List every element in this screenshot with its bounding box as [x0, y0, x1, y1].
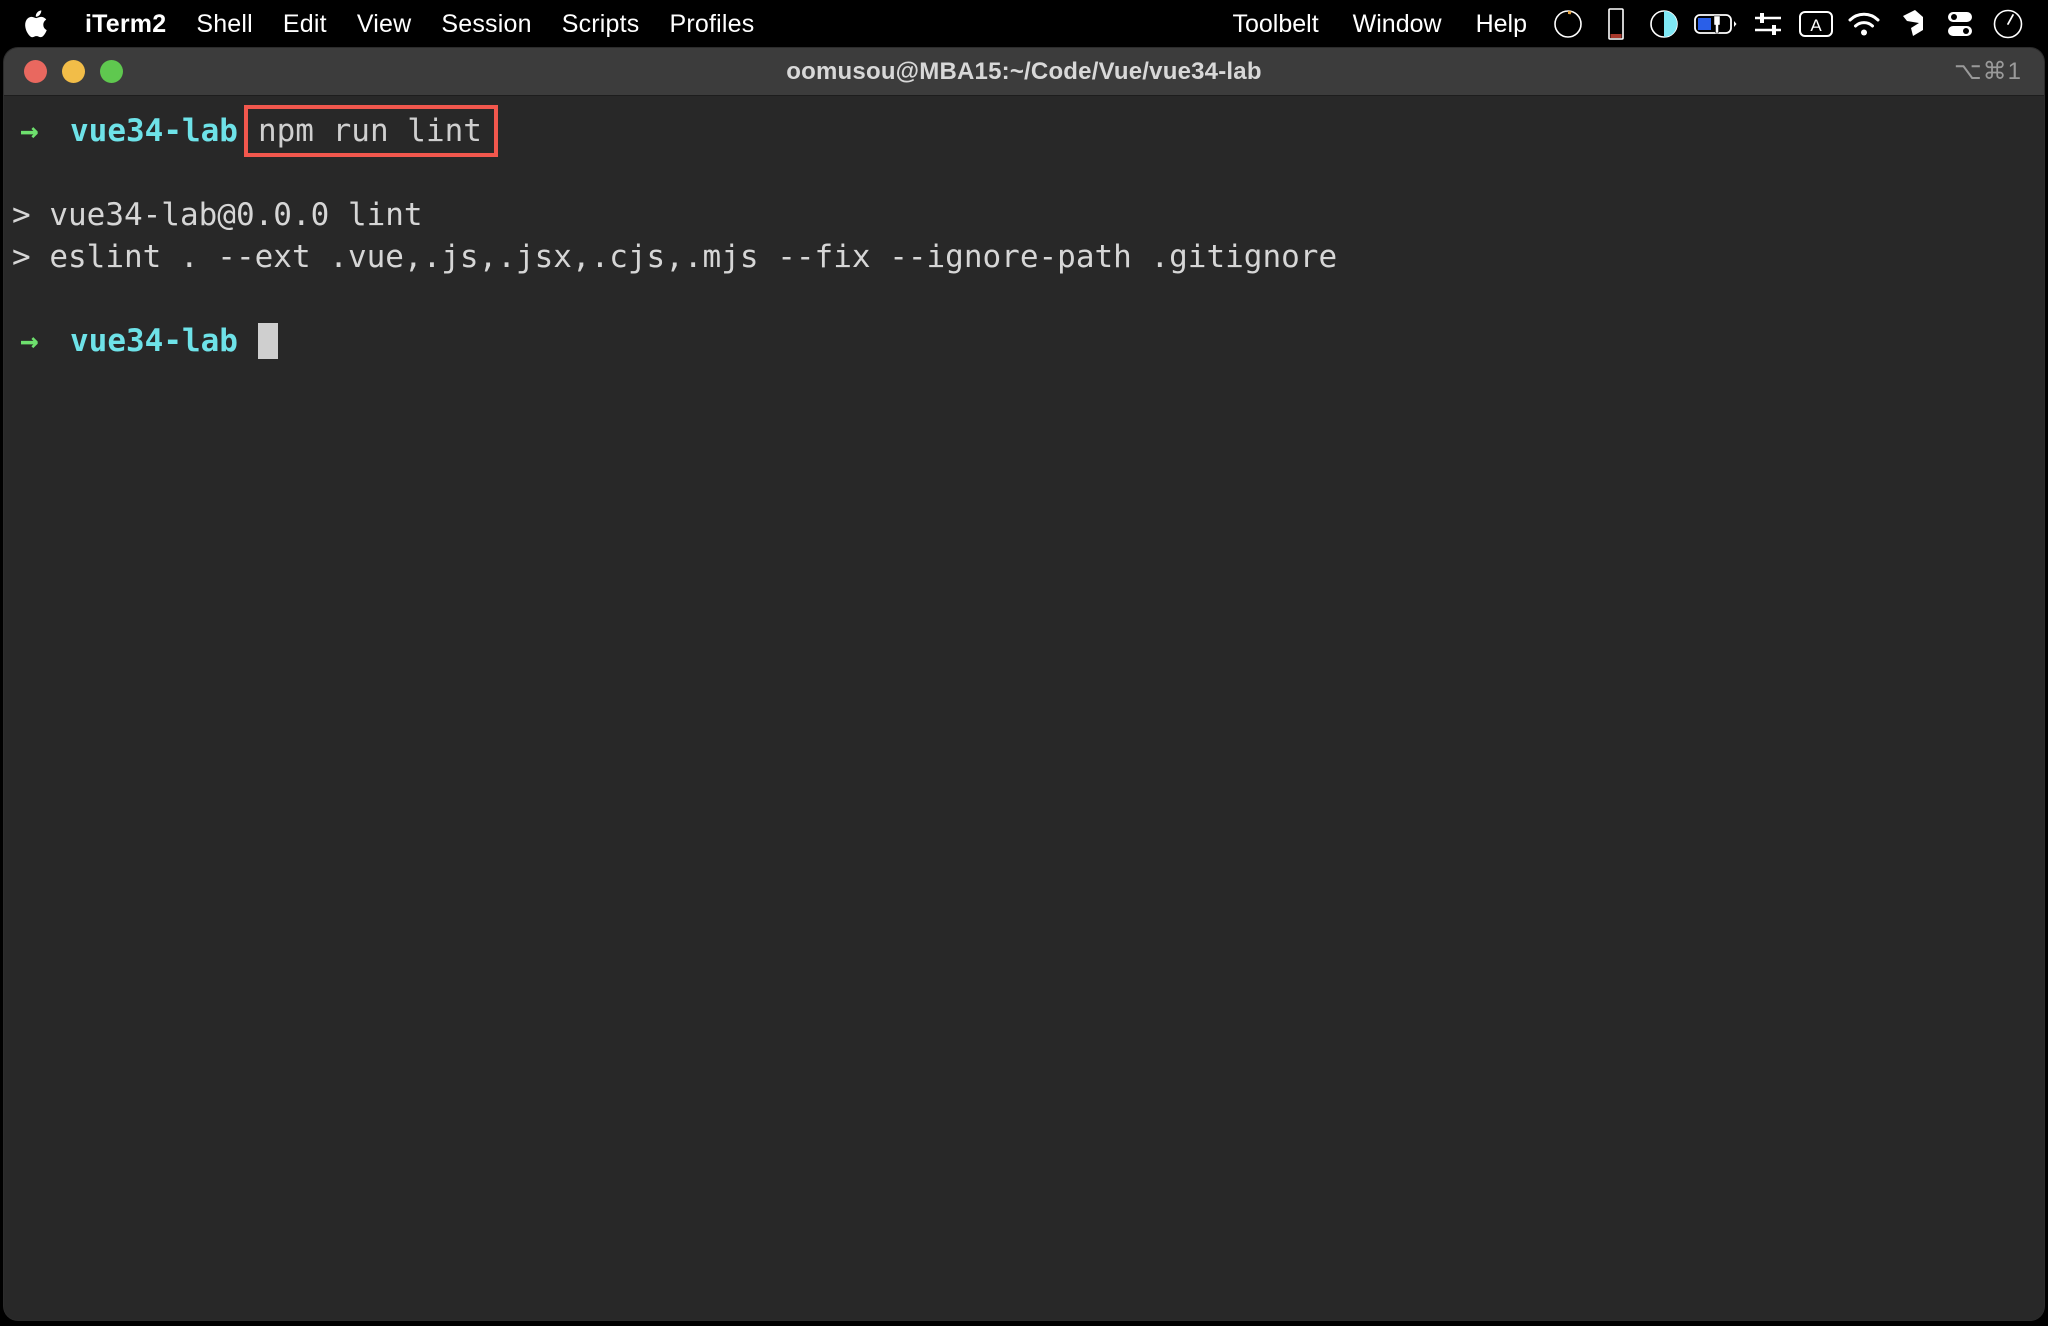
menu-item-scripts[interactable]: Scripts [547, 0, 655, 48]
menu-bar-right-group: Toolbelt Window Help A [1215, 0, 2048, 48]
terminal-output-line: > eslint . --ext .vue,.js,.jsx,.cjs,.mjs… [12, 239, 1338, 275]
apple-logo-icon[interactable] [22, 8, 50, 40]
stats-ring-icon[interactable] [1549, 5, 1587, 43]
window-title: oomusou@MBA15:~/Code/Vue/vue34-lab [786, 57, 1262, 85]
prompt-cwd: vue34-lab [70, 323, 238, 359]
window-shortcut-badge: ⌥⌘1 [1953, 58, 2022, 85]
battery-charging-icon[interactable] [1693, 5, 1739, 43]
sliders-control-icon[interactable] [1749, 5, 1787, 43]
highlighted-command[interactable]: npm run lint [243, 105, 498, 157]
maximize-button[interactable] [100, 60, 123, 83]
terminal-output-line: > vue34-lab@0.0.0 lint [12, 197, 423, 233]
memory-bar-icon[interactable] [1597, 5, 1635, 43]
close-button[interactable] [24, 60, 47, 83]
prompt-arrow-icon: → [20, 323, 39, 359]
terminal-cursor [257, 323, 278, 359]
macos-menu-bar: iTerm2 Shell Edit View Session Scripts P… [0, 0, 2048, 48]
iterm2-window: oomusou@MBA15:~/Code/Vue/vue34-lab ⌥⌘1 →… [4, 48, 2044, 1320]
dropbox-icon[interactable] [1893, 5, 1931, 43]
menu-item-edit[interactable]: Edit [268, 0, 342, 48]
minimize-button[interactable] [62, 60, 85, 83]
prompt-arrow-icon: → [20, 113, 39, 149]
prompt-cwd: vue34-lab [70, 113, 238, 149]
terminal-body[interactable]: → vue34-lab npm run lint > vue34-lab@0.0… [4, 96, 2044, 1320]
menu-item-iterm2[interactable]: iTerm2 [70, 0, 181, 48]
menu-item-profiles[interactable]: Profiles [655, 0, 770, 48]
display-brightness-icon[interactable] [1645, 5, 1683, 43]
menu-item-toolbelt[interactable]: Toolbelt [1215, 0, 1335, 48]
terminal-prompt-line: → vue34-lab npm run lint [4, 105, 2044, 157]
window-titlebar[interactable]: oomusou@MBA15:~/Code/Vue/vue34-lab ⌥⌘1 [4, 48, 2044, 96]
input-source-a-icon[interactable]: A [1797, 5, 1835, 43]
control-center-icon[interactable] [1941, 5, 1979, 43]
siri-clock-icon[interactable] [1989, 5, 2027, 43]
menu-item-help[interactable]: Help [1459, 0, 1544, 48]
menu-item-session[interactable]: Session [426, 0, 546, 48]
wifi-icon[interactable] [1845, 5, 1883, 43]
menu-item-window[interactable]: Window [1336, 0, 1459, 48]
traffic-lights-group [4, 60, 123, 83]
menu-item-shell[interactable]: Shell [181, 0, 268, 48]
terminal-final-prompt-line: → vue34-lab [4, 320, 2044, 362]
menu-bar-left-group: iTerm2 Shell Edit View Session Scripts P… [0, 0, 769, 48]
svg-text:A: A [1810, 16, 1822, 35]
menu-item-view[interactable]: View [342, 0, 427, 48]
